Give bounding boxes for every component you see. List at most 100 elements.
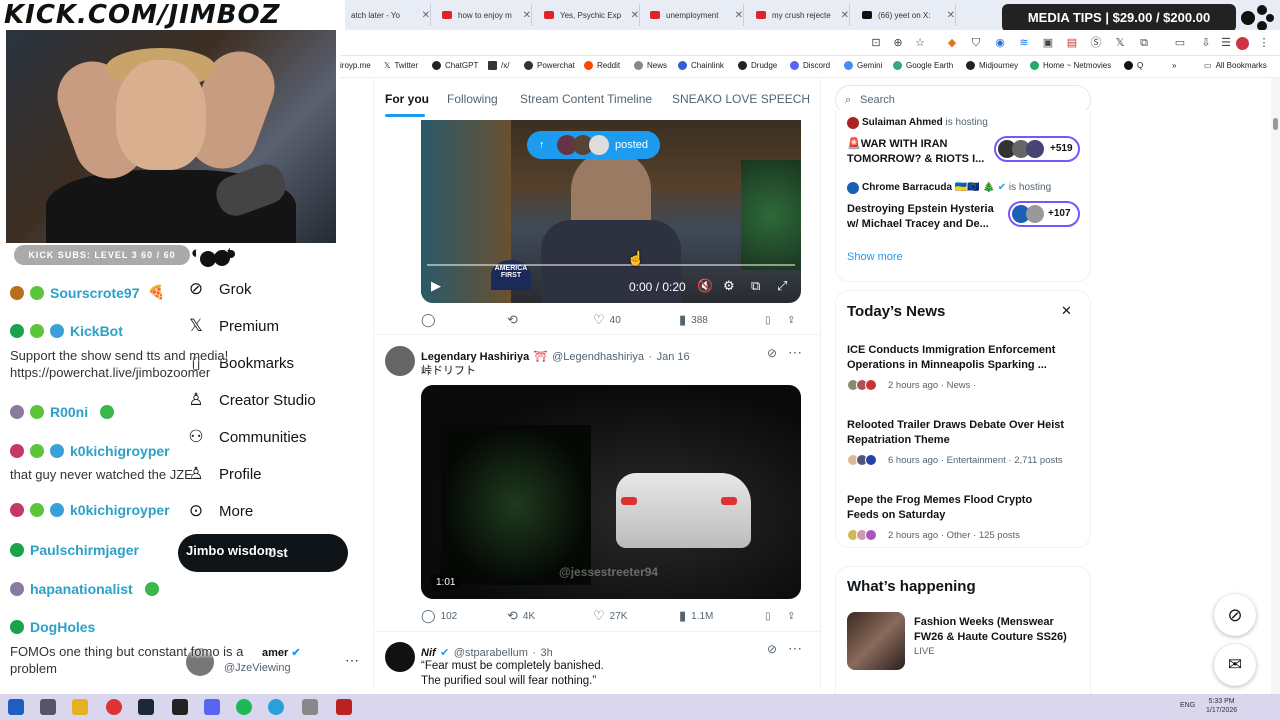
app-icon[interactable] [302,699,318,715]
author-name[interactable]: Nif [421,647,436,659]
browser-tab[interactable]: atch later - Yo ✕ [345,4,431,26]
video-progress-bar[interactable] [427,264,795,266]
views-button[interactable]: ▮ 1.1M [679,608,713,624]
bookmark[interactable]: /x/ [488,61,509,70]
nav-item-grok[interactable]: ⊘ Grok [186,279,252,299]
spotify-icon[interactable] [236,699,252,715]
close-icon[interactable]: ✕ [523,10,531,21]
close-icon[interactable]: ✕ [841,10,849,21]
bookmark[interactable]: Midjourney [966,61,1018,70]
close-icon[interactable]: ✕ [947,10,955,21]
extensions-icon[interactable]: ⧉ [1138,37,1150,49]
extension-icon[interactable]: Ⓢ [1090,37,1102,49]
bookmark[interactable]: Home ~ Netmovies [1030,61,1111,70]
more-icon[interactable]: ⋯ [788,344,802,361]
video-player[interactable]: @jessestreeter94 1:01 [421,385,801,599]
discord-icon[interactable] [204,699,220,715]
x-logo-icon[interactable]: 𝕏 [1114,37,1126,49]
new-posts-pill[interactable]: ↑ posted [527,131,660,159]
author-handle[interactable]: @stparabellum [454,647,528,659]
all-bookmarks[interactable]: ▭ All Bookmarks [1204,61,1267,70]
bookmark-icon[interactable]: ▯ [765,611,771,622]
news-headline[interactable]: Relooted Trailer Draws Debate Over Heist… [847,418,1067,448]
settings-icon[interactable]: ⚙ [723,278,735,294]
browser-tab[interactable]: unemployment ✕ [644,4,744,26]
bookmark-icon[interactable]: ▯ [765,315,771,326]
steam-icon[interactable] [138,699,154,715]
shield-icon[interactable]: ⛉ [970,37,982,49]
chrome-icon[interactable] [106,699,122,715]
bookmark[interactable]: Drudge [738,61,777,70]
reading-list-icon[interactable]: ☰ [1220,37,1232,49]
space-host[interactable]: Sulaiman Ahmed is hosting [862,117,988,128]
nav-item-creator-studio[interactable]: ♙ Creator Studio [186,390,315,410]
space-listeners[interactable]: +107 [1008,201,1080,227]
extension-icon[interactable]: ◉ [994,37,1006,49]
profile-avatar[interactable] [1236,37,1249,50]
views-button[interactable]: ▮ 388 [679,312,708,328]
nav-item-communities[interactable]: ⚇ Communities [186,427,306,447]
repost-button[interactable]: ⟲ [507,312,523,328]
mute-icon[interactable]: 🔇 [697,278,713,294]
author-handle[interactable]: @Legendhashiriya [552,351,644,363]
avatar[interactable] [385,346,415,376]
close-icon[interactable]: ✕ [631,10,639,21]
repost-button[interactable]: ⟲ 4K [507,608,535,624]
language-indicator[interactable]: ENG [1180,702,1195,709]
start-icon[interactable] [8,699,24,715]
menu-icon[interactable]: ⋮ [1258,37,1270,49]
share-icon[interactable]: ⇪ [787,611,795,622]
grok-icon[interactable]: ⊘ [767,642,777,656]
bookmark[interactable]: Powerchat [524,61,575,70]
bookmark[interactable]: Q [1124,61,1143,70]
bookmark[interactable]: Discord [790,61,830,70]
show-more-link[interactable]: Show more [847,251,903,263]
install-icon[interactable]: ⊡ [870,37,882,49]
bookmark[interactable]: Gemini [844,61,882,70]
extension-icon[interactable]: ▣ [1042,37,1054,49]
pip-icon[interactable]: ⧉ [751,278,760,294]
chevron-right-icon[interactable]: » [1172,61,1176,70]
close-icon[interactable]: ✕ [422,10,430,21]
scrollbar-thumb[interactable] [1273,118,1278,130]
sidebar-icon[interactable]: ▭ [1174,37,1186,49]
event-title[interactable]: Fashion Weeks (Menswear FW26 & Haute Cou… [914,615,1074,645]
tab-sneako-love-speech[interactable]: SNEAKO LOVE SPEECH [672,92,810,106]
news-headline[interactable]: ICE Conducts Immigration Enforcement Ope… [847,343,1067,373]
task-view-icon[interactable] [40,699,56,715]
metamask-icon[interactable]: ◆ [946,37,958,49]
browser-tab[interactable]: my crush rejecte ✕ [750,4,850,26]
browser-tab[interactable]: how to enjoy m ✕ [436,4,532,26]
bookmark[interactable]: Google Earth [893,61,953,70]
tab-stream-content-timeline[interactable]: Stream Content Timeline [520,92,652,106]
space-host[interactable]: Chrome Barracuda 🇺🇦🇪🇺 🎄 ✔ is hosting [862,182,1051,193]
post-date[interactable]: Jan 16 [657,351,690,363]
browser-tab[interactable]: Yes, Psychic Exp ✕ [538,4,640,26]
post-date[interactable]: 3h [541,647,553,659]
file-explorer-icon[interactable] [72,699,88,715]
grok-icon[interactable]: ⊘ [767,346,777,360]
share-icon[interactable]: ⇪ [787,315,795,326]
bookmark-star-icon[interactable]: ☆ [914,37,926,49]
extension-icon[interactable]: ▤ [1066,37,1078,49]
tab-for-you[interactable]: For you [385,92,429,106]
close-icon[interactable]: ✕ [735,10,743,21]
close-icon[interactable]: ✕ [1061,303,1072,319]
space-title[interactable]: 🚨WAR WITH IRAN TOMORROW? & RIOTS I... [847,137,984,167]
fullscreen-icon[interactable]: ⤢ [777,278,787,294]
bookmark[interactable]: News [634,61,667,70]
messages-floating-button[interactable]: ✉ [1214,644,1256,686]
bookmark[interactable]: 𝕏 Twitter [384,61,418,70]
avatar[interactable] [385,642,415,672]
tab-following[interactable]: Following [447,92,498,106]
app-icon[interactable] [336,699,352,715]
event-thumbnail[interactable] [847,612,905,670]
bookmark[interactable]: Chainlink [678,61,724,70]
scrollbar[interactable] [1271,78,1280,694]
nav-item-more[interactable]: ⊙ More [186,501,253,521]
like-button[interactable]: ♡ 40 [593,312,621,328]
clock[interactable]: 5:33 PM 1/17/2026 [1206,697,1237,715]
reply-button[interactable]: ◯ [421,312,441,328]
nav-item-premium[interactable]: 𝕏 Premium [186,316,279,336]
audio-icon[interactable]: ≋ [1018,37,1030,49]
